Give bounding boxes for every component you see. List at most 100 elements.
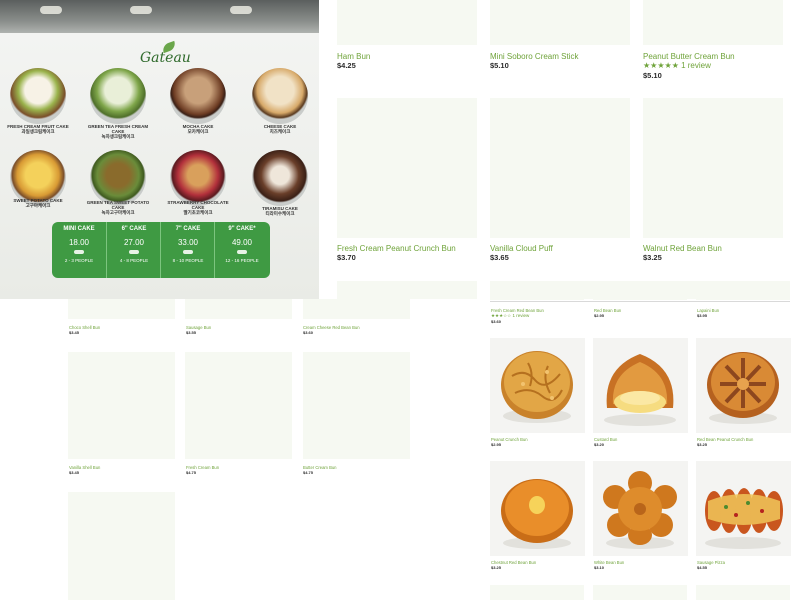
green-tea-cake-image	[90, 68, 146, 124]
product-image-placeholder[interactable]	[643, 0, 783, 45]
cake-menu-photo: Gateau FRESH CREAM FRUIT CAKE 과일생크림케이크 GR…	[0, 0, 319, 299]
product-image-placeholder[interactable]	[696, 585, 790, 600]
custard-bun-image[interactable]	[593, 338, 688, 433]
cake-size-price-table: MINI CAKE 18.00 2 - 3 PEOPLE 6" CAKE 27.…	[52, 222, 270, 278]
product-image-placeholder[interactable]	[68, 492, 175, 600]
rating-stars-icon: ★★★★★	[643, 61, 679, 70]
rating-row: ★★★★★ 1 review	[643, 61, 735, 71]
size-column: 9" CAKE* 49.00 12 - 16 PEOPLE	[214, 222, 269, 278]
chestnut-red-bean-bun-image[interactable]	[490, 461, 585, 556]
product-price: $3.60	[491, 319, 502, 324]
product-price: $4.75	[303, 470, 314, 475]
product-card: White Bean Bun $3.10	[594, 560, 624, 570]
product-card: Sausage Pizza $4.55	[697, 560, 725, 570]
tiramisu-cake-image	[252, 150, 308, 206]
product-price: $3.20	[594, 442, 605, 447]
product-card: Butter Cream Bun $4.75	[303, 465, 337, 475]
product-card: Chestnut Red Bean Bun $3.25	[491, 560, 536, 570]
sausage-pizza-image[interactable]	[696, 461, 791, 556]
product-price: $5.10	[643, 71, 662, 80]
size-column: 6" CAKE 27.00 4 - 8 PEOPLE	[106, 222, 161, 278]
peanut-crunch-bun-image[interactable]	[490, 338, 585, 433]
review-count-link[interactable]: 1 review	[512, 313, 529, 318]
product-card: Fresh Cream Peanut Crunch Bun $3.70	[337, 244, 456, 262]
product-name-link[interactable]: Peanut Butter Cream Bun	[643, 52, 735, 61]
product-image-placeholder[interactable]	[643, 98, 783, 238]
size-column: MINI CAKE 18.00 2 - 3 PEOPLE	[63, 226, 95, 263]
cake-label: SWEET POTATO CAKE 고구마케이크	[13, 198, 63, 208]
product-name-link[interactable]: Vanilla Cloud Puff	[490, 244, 553, 253]
product-image-placeholder[interactable]	[337, 281, 477, 299]
product-price: $4.25	[337, 61, 356, 70]
product-card: Mini Soboro Cream Stick $5.10	[490, 52, 578, 70]
product-price: $4.55	[697, 565, 708, 570]
cake-size-icon	[183, 250, 193, 254]
product-price: $3.60	[303, 330, 314, 335]
product-price: $3.25	[491, 565, 502, 570]
review-count-link[interactable]: 1 review	[681, 61, 711, 70]
cake-label: GREEN TEA SWEET POTATO CAKE 녹차고구마케이크	[86, 200, 150, 215]
cake-label: GREEN TEA FRESH CREAM CAKE 녹차생크림케이크	[87, 124, 149, 139]
product-image-placeholder[interactable]	[185, 299, 292, 319]
ceiling-light-icon	[230, 6, 252, 14]
product-price: $2.95	[594, 313, 605, 318]
product-card: Choco Shell Bun $3.45	[69, 325, 100, 335]
product-image-placeholder[interactable]	[593, 281, 687, 300]
product-card: Peanut Crunch Bun $2.95	[491, 437, 528, 447]
product-price: $3.25	[643, 253, 662, 262]
product-image-placeholder[interactable]	[303, 352, 410, 459]
product-image-placeholder[interactable]	[490, 0, 630, 45]
product-image-placeholder[interactable]	[593, 585, 687, 600]
product-price: $2.95	[491, 442, 502, 447]
red-bean-peanut-crunch-bun-image[interactable]	[696, 338, 791, 433]
cake-size-icon	[237, 250, 247, 254]
product-card: Vanilla Cloud Puff $3.65	[490, 244, 553, 262]
product-name-link[interactable]: Mini Soboro Cream Stick	[490, 52, 578, 61]
product-card: Fresh Cream Bun $4.75	[186, 465, 219, 475]
ceiling-background	[0, 0, 319, 36]
cake-label: TIRAMISU CAKE 티라미수케이크	[262, 206, 298, 216]
cheese-cake-image	[252, 68, 308, 124]
product-name-link[interactable]: Walnut Red Bean Bun	[643, 244, 722, 253]
product-image-placeholder[interactable]	[303, 299, 410, 319]
product-card: Ham Bun $4.25	[337, 52, 370, 70]
size-column: 7" CAKE 33.00 8 - 10 PEOPLE	[160, 222, 215, 278]
product-price: $3.55	[186, 330, 197, 335]
brand-logo: Gateau	[140, 50, 191, 66]
product-image-placeholder[interactable]	[337, 98, 477, 238]
product-image-placeholder[interactable]	[696, 281, 790, 300]
product-card: Fresh Cream Red Bean Bun ★★★☆☆ 1 review …	[491, 308, 544, 324]
strawberry-chocolate-cake-image	[170, 150, 226, 206]
product-image-placeholder[interactable]	[490, 281, 584, 300]
product-card: Peanut Butter Cream Bun ★★★★★ 1 review $…	[643, 52, 735, 80]
product-card: Walnut Red Bean Bun $3.25	[643, 244, 722, 262]
cake-size-icon	[129, 250, 139, 254]
product-card: Vanilla Shell Bun $3.45	[69, 465, 100, 475]
rating-stars-icon: ★★★☆☆	[491, 313, 512, 318]
product-price: $5.10	[490, 61, 509, 70]
product-price: $3.70	[337, 253, 356, 262]
product-price: $3.95	[697, 313, 708, 318]
ceiling-light-icon	[40, 6, 62, 14]
product-image-placeholder[interactable]	[337, 0, 477, 45]
product-image-placeholder[interactable]	[490, 585, 584, 600]
product-card: Red Bean Bun $2.95	[594, 308, 621, 318]
product-image-placeholder[interactable]	[68, 352, 175, 459]
cake-label: STRAWBERRY CHOCOLATE CAKE 딸기초코케이크	[167, 200, 229, 215]
cake-label: FRESH CREAM FRUIT CAKE 과일생크림케이크	[7, 124, 69, 134]
cake-label: MOCHA CAKE 모카케이크	[182, 124, 214, 134]
product-name-link[interactable]: Fresh Cream Peanut Crunch Bun	[337, 244, 456, 253]
product-name-link[interactable]: Ham Bun	[337, 52, 370, 61]
product-card: Lapaini Bun $3.95	[697, 308, 719, 318]
fruit-cake-image	[10, 68, 66, 124]
product-price: $3.45	[69, 330, 80, 335]
white-bean-bun-image[interactable]	[593, 461, 688, 556]
product-image-placeholder[interactable]	[185, 352, 292, 459]
product-image-placeholder[interactable]	[68, 299, 175, 319]
product-price: $3.45	[69, 470, 80, 475]
ceiling-light-icon	[130, 6, 152, 14]
product-image-placeholder[interactable]	[490, 98, 630, 238]
product-card: Custard Bun $3.20	[594, 437, 617, 447]
mocha-cake-image	[170, 68, 226, 124]
cake-size-icon	[74, 250, 84, 254]
